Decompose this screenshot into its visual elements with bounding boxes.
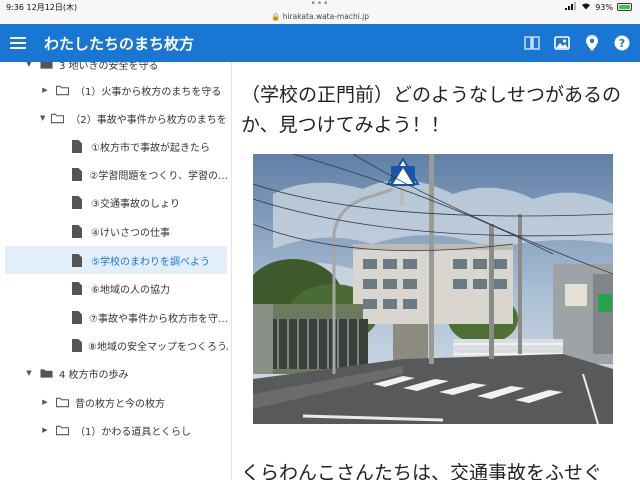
lesson-subheading: くらわんこさんたちは、交通事故をふせぐ — [241, 462, 603, 480]
document-icon — [72, 167, 83, 181]
folder-open-icon — [40, 62, 53, 70]
tree-item-label: （2）事故や事件から枚方のまちを… — [70, 114, 228, 126]
document-icon — [72, 139, 85, 153]
tree-page-2[interactable]: ②学習問題をつくり、学習の… — [0, 160, 228, 188]
document-icon — [72, 253, 85, 267]
document-icon — [72, 338, 82, 352]
chevron-down-icon[interactable]: ▼ — [24, 369, 34, 377]
battery-icon — [617, 3, 632, 11]
sidebar-tree[interactable]: ▼ 3 地いきの安全を守る ▶ （1）火事から枚方のまちを守る ▼ （2）事故や… — [0, 62, 232, 480]
tree-item-label: 昔の枚方と今の枚方 — [75, 398, 165, 410]
address-url[interactable]: 🔒 hirakata.wata-machi.jp — [0, 12, 640, 21]
tree-page-6[interactable]: ⑥地域の人の協力 — [0, 274, 228, 302]
folder-icon — [56, 85, 69, 96]
help-icon[interactable]: ? — [612, 33, 632, 53]
map-pin-icon[interactable] — [582, 33, 602, 53]
tree-page-8[interactable]: ⑧地域の安全マップをつくろう。 — [0, 331, 228, 359]
document-icon — [72, 281, 85, 295]
chevron-right-icon[interactable]: ▶ — [40, 426, 50, 434]
tree-page-3[interactable]: ③交通事故のしょり — [0, 188, 228, 216]
status-bar: 9:36 12月12日(木) ••• 🔒 hirakata.wata-machi… — [0, 0, 640, 24]
main-content[interactable]: （学校の正門前）どのようなしせつがあるのか、見つけてみよう！！ くらわんこさんた… — [233, 62, 640, 480]
app-bar: わたしたちのまち枚方 ? — [0, 24, 640, 62]
tree-item-label: ①枚方市で事故が起きたら — [91, 142, 210, 154]
book-icon[interactable] — [522, 33, 542, 53]
chevron-right-icon[interactable]: ▶ — [40, 398, 50, 406]
folder-open-icon — [40, 368, 53, 379]
tree-item-label: ④けいさつの仕事 — [91, 227, 170, 239]
tree-folder-fire[interactable]: ▶ （1）火事から枚方のまちを守る — [0, 76, 228, 104]
tree-page-1[interactable]: ①枚方市で事故が起きたら — [0, 132, 228, 160]
app-title: わたしたちのまち枚方 — [44, 35, 195, 53]
lesson-heading: （学校の正門前）どのようなしせつがあるのか、見つけてみよう！！ — [241, 84, 622, 136]
tree-folder-accident[interactable]: ▼ （2）事故や事件から枚方のまちを… — [0, 104, 228, 132]
document-icon — [72, 195, 85, 209]
document-icon — [72, 310, 83, 324]
tree-folder-history[interactable]: ▼ 4 枚方市の歩み — [0, 359, 228, 387]
wifi-icon — [581, 2, 591, 12]
battery-percent: 93% — [595, 2, 613, 12]
tree-page-4[interactable]: ④けいさつの仕事 — [0, 217, 228, 245]
folder-icon — [56, 397, 69, 408]
tree-item-label: （1）火事から枚方のまちを守る — [75, 86, 222, 98]
folder-open-icon — [51, 113, 65, 124]
hamburger-menu-icon[interactable] — [10, 34, 26, 52]
tree-item-label: ②学習問題をつくり、学習の… — [89, 170, 228, 182]
tree-item-label: ⑧地域の安全マップをつくろう。 — [88, 341, 228, 353]
tree-item-label: ⑤学校のまわりを調べよう — [91, 256, 210, 268]
chevron-down-icon[interactable]: ▼ — [40, 114, 45, 122]
tree-item-label: （1）かわる道具とくらし — [75, 426, 192, 438]
school-gate-photo — [253, 154, 613, 424]
tree-page-7[interactable]: ⑦事故や事件から枚方市を守… — [0, 303, 228, 331]
multitask-dots[interactable]: ••• — [0, 0, 640, 9]
tree-item-label: ③交通事故のしょり — [91, 198, 180, 210]
photo-icon[interactable] — [552, 33, 572, 53]
tree-folder-tools[interactable]: ▶ （1）かわる道具とくらし — [0, 416, 228, 444]
tree-item-label: 3 地いきの安全を守る — [59, 62, 159, 72]
tree-page-5-selected[interactable]: ⑤学校のまわりを調べよう — [5, 246, 227, 274]
signal-icon — [565, 2, 577, 12]
status-indicators: 93% — [565, 2, 632, 12]
document-icon — [72, 224, 85, 238]
chevron-right-icon[interactable]: ▶ — [40, 86, 50, 94]
tree-item-label: ⑥地域の人の協力 — [91, 284, 170, 296]
tree-item-label: ⑦事故や事件から枚方市を守… — [89, 313, 228, 325]
chevron-down-icon[interactable]: ▼ — [24, 62, 34, 68]
tree-item-label: 4 枚方市の歩み — [59, 369, 129, 381]
svg-text:?: ? — [619, 37, 625, 50]
tree-folder-then-now[interactable]: ▶ 昔の枚方と今の枚方 — [0, 388, 228, 416]
folder-icon — [56, 425, 69, 436]
